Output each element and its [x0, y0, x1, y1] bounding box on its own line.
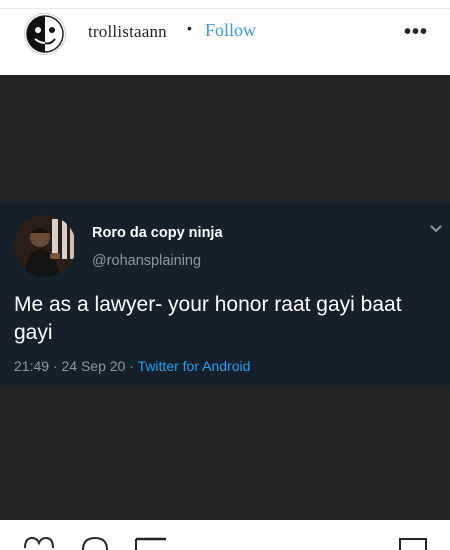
- share-icon[interactable]: [134, 536, 168, 550]
- status-divider: [0, 0, 450, 9]
- follow-button[interactable]: Follow: [205, 20, 256, 41]
- tweet-avatar: [14, 215, 76, 277]
- chevron-down-icon: [430, 225, 442, 233]
- post-action-bar: [0, 520, 450, 550]
- tweet-date: 24 Sep 20: [61, 358, 126, 374]
- tweet-meta-sep: ·: [125, 358, 138, 374]
- tweet-meta: 21:49 · 24 Sep 20 · Twitter for Android: [14, 358, 250, 374]
- header-separator: •: [187, 20, 192, 36]
- heart-icon[interactable]: [22, 536, 56, 550]
- troll-face-icon: [26, 15, 64, 53]
- tweet-card: Roro da copy ninja @rohansplaining Me as…: [0, 201, 450, 387]
- tweet-handle: @rohansplaining: [92, 253, 202, 269]
- bookmark-icon[interactable]: [398, 536, 428, 550]
- comment-icon[interactable]: [80, 536, 110, 550]
- person-photo-icon: [14, 215, 76, 277]
- tweet-time: 21:49: [14, 358, 50, 374]
- tweet-display-name: Roro da copy ninja: [92, 225, 223, 241]
- tweet-meta-sep: ·: [49, 358, 62, 374]
- post-username[interactable]: trollistaann: [88, 22, 167, 42]
- post-image: Roro da copy ninja @rohansplaining Me as…: [0, 75, 450, 520]
- tweet-text: Me as a lawyer- your honor raat gayi baa…: [14, 293, 402, 344]
- post-header: trollistaann • Follow •••: [0, 9, 450, 75]
- more-options-button[interactable]: •••: [404, 21, 428, 44]
- profile-avatar[interactable]: [24, 13, 66, 55]
- tweet-source: Twitter for Android: [137, 358, 251, 374]
